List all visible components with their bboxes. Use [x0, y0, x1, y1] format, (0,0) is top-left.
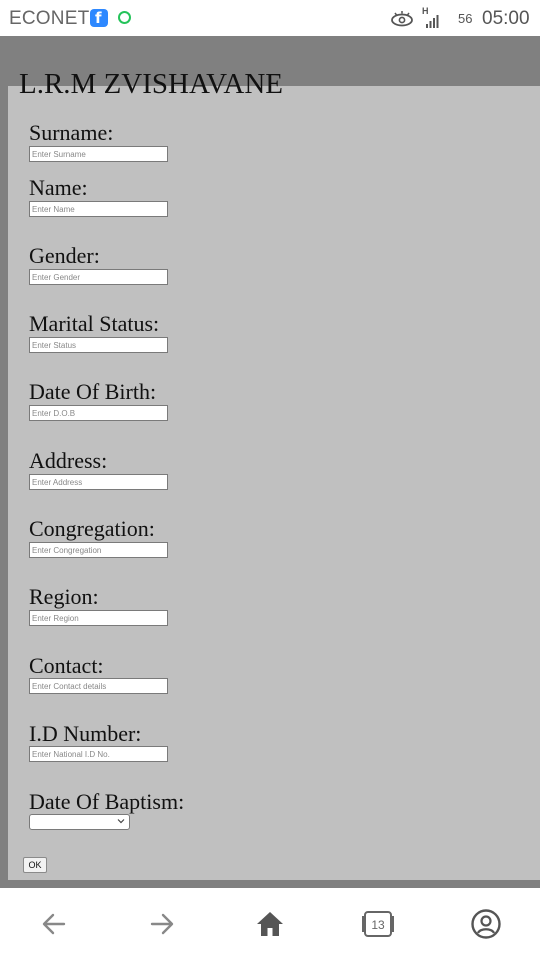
status-bar: ECONET H 56 05:00 — [0, 0, 540, 36]
region-label: Region: — [29, 584, 99, 609]
marital-status-input[interactable] — [29, 337, 168, 353]
home-icon — [257, 912, 283, 936]
name-input[interactable] — [29, 201, 168, 217]
id-number-label: I.D Number: — [29, 721, 142, 746]
profile-button[interactable] — [466, 904, 506, 944]
signal-type-label: H — [422, 6, 429, 16]
ok-button[interactable]: OK — [23, 857, 47, 873]
tabs-button[interactable]: 13 — [358, 904, 398, 944]
forward-button[interactable] — [142, 904, 182, 944]
network-indicator: 56 — [458, 11, 473, 26]
back-arrow-icon — [42, 913, 66, 935]
id-number-input[interactable] — [29, 746, 168, 762]
signal-icon: H — [422, 6, 439, 28]
page-title: L.R.M ZVISHAVANE — [19, 68, 283, 100]
region-input[interactable] — [29, 610, 168, 626]
contact-label: Contact: — [29, 653, 104, 678]
home-button[interactable] — [250, 904, 290, 944]
date-of-birth-label: Date Of Birth: — [29, 379, 157, 404]
address-input[interactable] — [29, 474, 168, 490]
browser-bottom-nav: 13 — [0, 888, 540, 960]
status-clock: 05:00 — [482, 8, 530, 29]
forward-arrow-icon — [150, 913, 174, 935]
profile-icon — [471, 909, 501, 939]
whatsapp-icon — [118, 11, 131, 24]
surname-input[interactable] — [29, 146, 168, 162]
date-of-birth-input[interactable] — [29, 405, 168, 421]
chevron-down-icon — [117, 819, 125, 824]
date-of-baptism-label: Date Of Baptism: — [29, 789, 185, 814]
surname-label: Surname: — [29, 120, 114, 145]
gender-label: Gender: — [29, 243, 100, 268]
facebook-icon — [90, 9, 108, 27]
carrier-name: ECONET — [9, 8, 90, 29]
congregation-label: Congregation: — [29, 516, 155, 541]
congregation-input[interactable] — [29, 542, 168, 558]
back-button[interactable] — [34, 904, 74, 944]
tabs-icon: 13 — [362, 911, 394, 937]
address-label: Address: — [29, 448, 108, 473]
contact-input[interactable] — [29, 678, 168, 694]
tab-count: 13 — [371, 918, 385, 932]
marital-status-label: Marital Status: — [29, 311, 160, 336]
date-of-baptism-select[interactable] — [29, 814, 130, 830]
name-label: Name: — [29, 175, 88, 200]
eye-comfort-icon — [391, 11, 413, 27]
gender-input[interactable] — [29, 269, 168, 285]
